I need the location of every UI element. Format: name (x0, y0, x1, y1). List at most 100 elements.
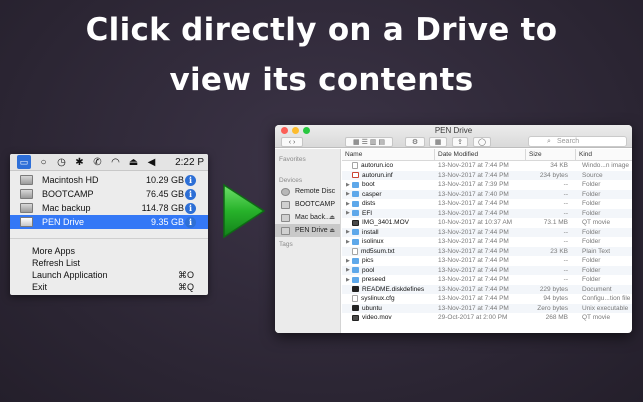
file-kind: Unix executable (582, 304, 629, 312)
column-kind[interactable]: Kind (576, 149, 632, 161)
sidebar-item-device[interactable]: BOOTCAMP (275, 198, 340, 211)
sidebar-item-device[interactable]: PEN Drive ⏏ (275, 224, 340, 237)
file-name: video.mov (362, 314, 392, 322)
gear-icon[interactable]: ⚙ (405, 137, 425, 147)
drive-list: Macintosh HD 10.29 GB i BOOTCAMP 76.45 GB i Ma… (10, 171, 208, 229)
menubar-clock[interactable]: 2:22 P (175, 157, 208, 168)
file-date: 13-Nov-2017 at 7:44 PM (438, 276, 509, 284)
file-name: ubuntu (362, 304, 382, 312)
file-size: -- (563, 181, 568, 189)
file-row[interactable]: ▶ isolinux 13-Nov-2017 at 7:44 PM -- Folder (342, 237, 632, 247)
file-row[interactable]: IMG_3401.MOV 10-Nov-2017 at 10:37 AM 73.1 … (342, 218, 632, 228)
folder-icon (352, 267, 359, 274)
file-kind: QT movie (582, 314, 611, 322)
file-row[interactable]: autorun.ico 13-Nov-2017 at 7:44 PM 34 KB Wi… (342, 161, 632, 171)
search-input[interactable]: ⌕ Search (528, 136, 627, 147)
file-size: 234 bytes (539, 171, 568, 179)
time-machine-icon[interactable]: ◷ (56, 157, 67, 168)
file-name-cell: ▶ EFI (342, 210, 435, 217)
share-icon[interactable]: ⇪ (452, 137, 468, 147)
sidebar-item-label: BOOTCAMP (295, 201, 336, 208)
file-icon (352, 172, 359, 179)
sidebar-devices-header: Devices (279, 177, 303, 184)
file-row[interactable]: ▶ pool 13-Nov-2017 at 7:44 PM -- Folder (342, 265, 632, 275)
file-name: isolinux (362, 238, 384, 246)
drive-icon (20, 175, 33, 185)
file-row[interactable]: md5sum.txt 13-Nov-2017 at 7:44 PM 23 KB Pla… (342, 246, 632, 256)
file-size: 94 bytes (543, 295, 568, 303)
file-row[interactable]: ▶ preseed 13-Nov-2017 at 7:44 PM -- Folder (342, 275, 632, 285)
volume-icon[interactable]: ◀︎ (146, 157, 157, 168)
file-rows: autorun.ico 13-Nov-2017 at 7:44 PM 34 KB Wi… (342, 161, 632, 323)
file-size: -- (563, 200, 568, 208)
info-icon[interactable]: i (185, 188, 196, 200)
drive-icon (281, 213, 290, 222)
file-size: -- (563, 228, 568, 236)
menu-item-label: Launch Application (32, 270, 108, 280)
wifi-icon[interactable]: ◠ (110, 157, 121, 168)
drive-menu-icon[interactable]: ▭ (17, 155, 31, 169)
arrange-icon[interactable]: ▦ (429, 137, 447, 147)
view-mode-icon[interactable]: ▦ ☰ ▥ ▤ (345, 137, 393, 147)
menu-item-label: Refresh List (32, 258, 81, 268)
column-name[interactable]: Name (342, 148, 435, 161)
folder-icon (352, 210, 359, 217)
file-date: 13-Nov-2017 at 7:44 PM (438, 209, 509, 217)
file-row[interactable]: ▶ boot 13-Nov-2017 at 7:39 PM -- Folder (342, 180, 632, 190)
file-name: IMG_3401.MOV (362, 219, 409, 227)
file-row[interactable]: video.mov 29-Oct-2017 at 2:00 PM 268 MB QT … (342, 313, 632, 323)
column-size[interactable]: Size (526, 148, 576, 161)
file-name: README.diskdefines (362, 285, 425, 293)
info-icon[interactable]: i (185, 174, 196, 186)
circle-icon[interactable]: ○ (38, 157, 49, 168)
file-row[interactable]: ▶ casper 13-Nov-2017 at 7:40 PM -- Folder (342, 189, 632, 199)
window-title: PEN Drive (434, 126, 473, 135)
bluetooth-icon[interactable]: ✱ (74, 157, 85, 168)
column-date-modified[interactable]: Date Modified (435, 148, 526, 161)
tag-icon[interactable]: ◯ (473, 137, 491, 147)
file-kind: Folder (582, 181, 601, 189)
drive-row[interactable]: BOOTCAMP 76.45 GB i (10, 187, 208, 201)
file-row[interactable]: ▶ pics 13-Nov-2017 at 7:44 PM -- Folder (342, 256, 632, 266)
file-row[interactable]: ▶ install 13-Nov-2017 at 7:44 PM -- Folder (342, 227, 632, 237)
drive-icon (20, 217, 33, 227)
file-name: casper (362, 190, 382, 198)
file-date: 13-Nov-2017 at 7:44 PM (438, 266, 509, 274)
drive-name: PEN Drive (42, 217, 85, 227)
file-row[interactable]: autorun.inf 13-Nov-2017 at 7:44 PM 234 byt… (342, 170, 632, 180)
sidebar-item-device[interactable]: Remote Disc (275, 185, 340, 198)
file-kind: Folder (582, 257, 601, 265)
menu-item[interactable]: Exit ⌘Q (10, 281, 208, 293)
file-size: 229 bytes (539, 285, 568, 293)
info-icon[interactable]: i (185, 216, 196, 228)
file-row[interactable]: ▶ EFI 13-Nov-2017 at 7:44 PM -- Folder (342, 208, 632, 218)
eject-icon[interactable]: ⏏ (329, 227, 335, 234)
search-placeholder: Search (557, 138, 580, 145)
drive-row[interactable]: Macintosh HD 10.29 GB i (10, 173, 208, 187)
sidebar-item-label: PEN Drive (295, 227, 328, 234)
menu-item-label: Exit (32, 282, 48, 292)
file-row[interactable]: README.diskdefines 13-Nov-2017 at 7:44 PM… (342, 284, 632, 294)
file-date: 13-Nov-2017 at 7:44 PM (438, 171, 509, 179)
menu-item[interactable]: Launch Application ⌘O (10, 269, 208, 281)
eject-icon[interactable]: ⏏ (329, 214, 335, 221)
drive-row[interactable]: Mac backup114.78 GB⏏i (10, 201, 208, 215)
file-size: 73.1 MB (543, 219, 568, 227)
info-icon[interactable]: i (185, 202, 196, 214)
file-name-cell: ▶ pool (342, 267, 435, 274)
sidebar-item-device[interactable]: Mac back... ⏏ (275, 211, 340, 224)
eject-icon[interactable]: ⏏ (128, 157, 139, 168)
drive-row[interactable]: PEN Drive9.35 GB⏏i (10, 215, 208, 229)
phone-icon[interactable]: ✆ (92, 157, 103, 168)
file-name: pool (362, 266, 375, 274)
file-size: -- (563, 257, 568, 265)
drive-size: 114.78 GB (141, 203, 184, 213)
file-date: 10-Nov-2017 at 10:37 AM (438, 219, 513, 227)
back-forward-button[interactable]: ‹ › (281, 137, 303, 147)
menu-item[interactable]: More Apps (10, 245, 208, 257)
file-row[interactable]: syslinux.cfg 13-Nov-2017 at 7:44 PM 94 byt… (342, 294, 632, 304)
file-row[interactable]: ▶ dists 13-Nov-2017 at 7:44 PM -- Folder (342, 199, 632, 209)
menu-item[interactable]: Refresh List (10, 257, 208, 269)
file-row[interactable]: ubuntu 13-Nov-2017 at 7:44 PM Zero bytes Un… (342, 303, 632, 313)
finder-window: PEN Drive ‹ › ▦ ☰ ▥ ▤ ⚙ ▦ ⇪ ◯ ⌕ Search F… (275, 125, 632, 333)
